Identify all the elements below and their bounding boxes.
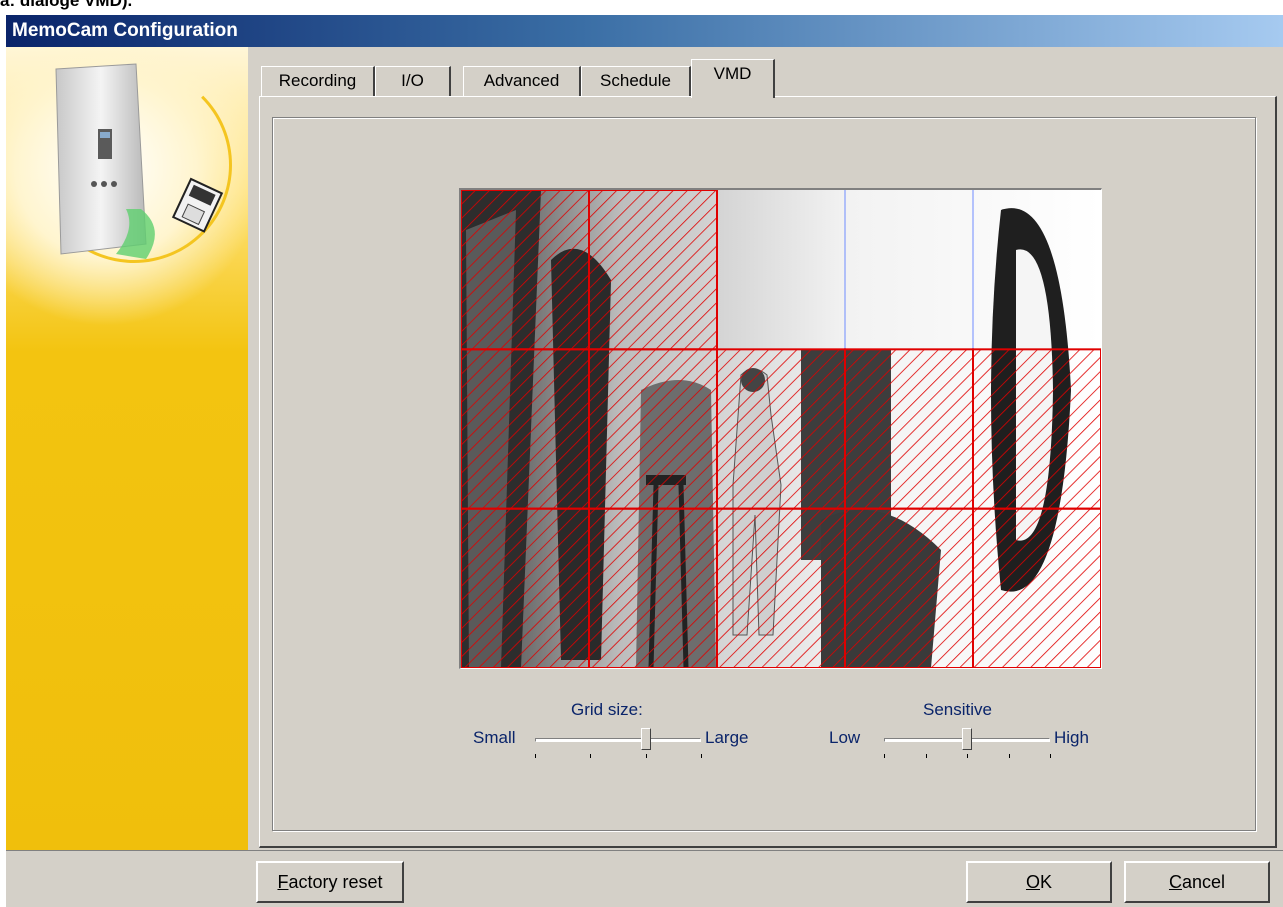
slider-tick [1050,754,1051,758]
selected-grid-cell[interactable] [588,348,718,510]
selected-grid-cell[interactable] [461,507,590,668]
tab-io[interactable]: I/O [375,66,451,96]
slider-tick [967,754,968,758]
grid-size-thumb[interactable] [641,728,652,750]
config-window: MemoCam Configuration Recording I/O Adva… [6,15,1283,907]
factory-reset-label: actory reset [288,872,383,892]
sensitivity-title: Sensitive [923,700,992,719]
page-caption: a: dialoge VMD). [0,0,133,10]
selected-grid-cell[interactable] [588,507,718,668]
selected-grid-cell[interactable] [972,507,1101,668]
grid-size-slider-group: Grid size: Small Large [473,700,793,770]
ok-label: K [1040,872,1053,892]
selected-grid-cell[interactable] [844,507,974,668]
ok-accel: O [1025,872,1040,892]
vmd-groupbox: Grid size: Small Large Sensitive Low Hig… [272,117,1256,831]
selected-grid-cell[interactable] [588,190,718,351]
slider-tick [701,754,702,758]
settings-panel: Recording I/O Advanced Schedule VMD Grid… [251,47,1283,850]
selected-grid-cell[interactable] [716,507,846,668]
tab-label: Recording [278,71,357,90]
camera-image [461,190,1101,668]
selected-grid-cell[interactable] [972,348,1101,510]
tab-label: VMD [713,64,752,83]
sensitivity-slider-group: Sensitive Low High [829,700,1149,770]
tab-advanced[interactable]: Advanced [463,66,581,96]
grid-size-track[interactable] [535,738,701,742]
motion-detection-preview[interactable] [459,188,1102,669]
title-bar: MemoCam Configuration [6,15,1283,47]
tab-recording[interactable]: Recording [261,66,375,96]
selected-grid-cell[interactable] [461,348,590,510]
sensitivity-thumb[interactable] [962,728,972,750]
cancel-button[interactable]: Cancel [1124,861,1270,903]
tab-label: Advanced [483,71,560,90]
slider-tick [535,754,536,758]
grid-size-max-label: Large [705,728,749,747]
cancel-accel: C [1168,872,1182,892]
tab-label: I/O [401,71,424,90]
sensitivity-min-label: Low [829,728,861,747]
factory-reset-accel: F [277,872,289,892]
slider-tick [884,754,885,758]
cancel-label: ancel [1181,872,1226,892]
slider-tick [590,754,592,758]
button-bar: Factory reset OK Cancel [6,850,1283,907]
tab-label: Schedule [600,71,671,90]
vmd-tab-body: Grid size: Small Large Sensitive Low Hig… [259,96,1277,848]
slider-tick [645,754,647,758]
factory-reset-button[interactable]: Factory reset [256,861,404,903]
window-title: MemoCam Configuration [12,20,238,41]
sidebar-banner [6,47,248,850]
slider-tick [925,754,927,758]
tab-vmd[interactable]: VMD [691,59,775,98]
ok-button[interactable]: OK [966,861,1112,903]
selected-grid-cell[interactable] [461,190,590,351]
tab-schedule[interactable]: Schedule [581,66,691,96]
grid-size-title: Grid size: [571,700,643,719]
sensitivity-max-label: High [1054,728,1089,747]
grid-size-min-label: Small [473,728,516,747]
selected-grid-cell[interactable] [716,348,846,510]
slider-tick [1008,754,1010,758]
memocam-device-icon [55,63,224,259]
selected-grid-cell[interactable] [844,348,974,510]
